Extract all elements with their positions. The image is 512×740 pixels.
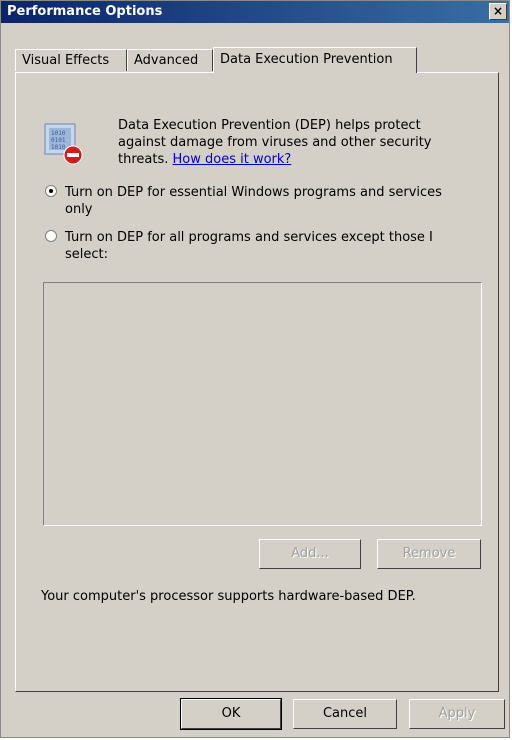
radio-all-label: Turn on DEP for all programs and service… <box>65 230 433 262</box>
tab-advanced[interactable]: Advanced <box>127 49 213 71</box>
performance-options-window: Performance Options × Visual Effects Adv… <box>0 0 510 738</box>
exceptions-listbox[interactable] <box>43 282 482 526</box>
dep-shield-icon: 1010 0101 1010 <box>44 123 83 165</box>
apply-button[interactable]: Apply <box>409 699 505 729</box>
title-bar[interactable]: Performance Options × <box>1 1 509 23</box>
radio-all-indicator[interactable] <box>45 230 57 242</box>
cancel-button[interactable]: Cancel <box>293 699 397 729</box>
radio-essential-label: Turn on DEP for essential Windows progra… <box>65 185 442 217</box>
dep-description: Data Execution Prevention (DEP) helps pr… <box>118 118 432 167</box>
tab-visual-effects[interactable]: Visual Effects <box>15 49 127 71</box>
svg-text:0101: 0101 <box>51 137 66 144</box>
radio-essential-indicator[interactable] <box>45 185 57 197</box>
ok-button[interactable]: OK <box>180 698 282 730</box>
close-icon: × <box>492 4 504 18</box>
how-does-it-work-link[interactable]: How does it work? <box>173 152 292 167</box>
svg-text:1010: 1010 <box>51 130 66 137</box>
svg-text:1010: 1010 <box>51 144 66 151</box>
hardware-dep-status: Your computer's processor supports hardw… <box>41 589 416 604</box>
window-title: Performance Options <box>7 4 163 19</box>
remove-button[interactable]: Remove <box>377 539 481 569</box>
tab-data-execution-prevention[interactable]: Data Execution Prevention <box>213 47 417 73</box>
add-button[interactable]: Add... <box>259 539 361 569</box>
close-button[interactable]: × <box>489 3 507 20</box>
